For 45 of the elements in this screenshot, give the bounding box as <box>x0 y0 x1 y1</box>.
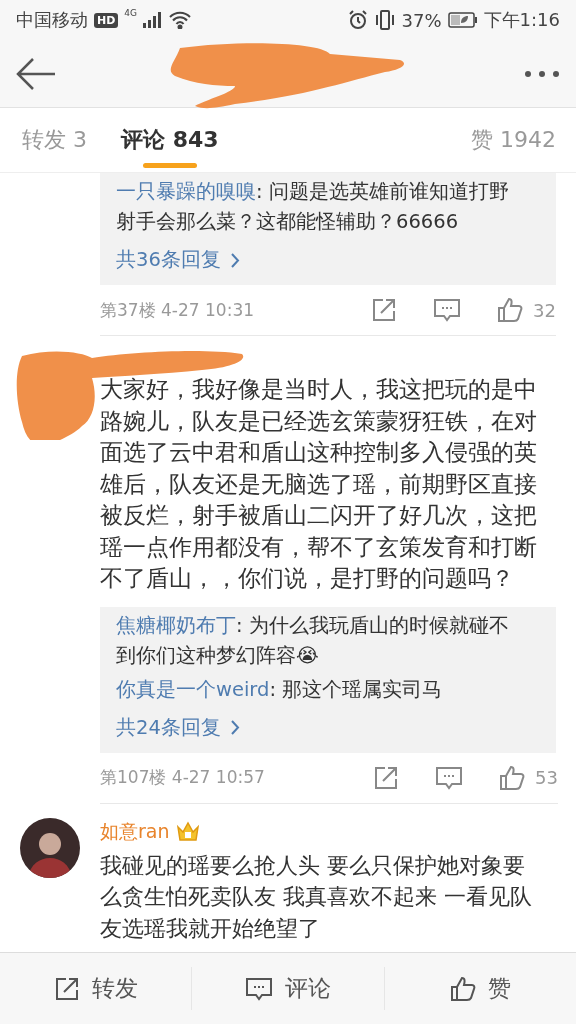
comment-icon <box>245 975 273 1002</box>
like-count: 53 <box>535 767 558 788</box>
floor-timestamp: 第37楼 4-27 10:31 <box>100 298 255 322</box>
vibrate-icon <box>373 10 396 30</box>
action-button[interactable]: 评论 <box>241 969 335 1008</box>
carrier-name: 中国移动 <box>16 8 88 32</box>
hd-badge: HD <box>94 12 119 28</box>
like-count: 32 <box>533 299 556 321</box>
crown-badge-icon <box>175 820 200 843</box>
tab[interactable]: 赞 1942 <box>471 108 556 172</box>
alarm-icon <box>347 10 368 30</box>
action-button[interactable]: 转发 <box>49 969 142 1008</box>
reply-text: 你真是一个weird: 那这个瑶属实司马 <box>116 676 444 703</box>
reply-text: 焦糖椰奶布丁: 为什么我玩盾山的时候就碰不到你们这种梦幻阵容😭 <box>116 612 510 669</box>
thumbs-up-icon[interactable] <box>499 764 526 791</box>
network-type: 4G <box>124 8 138 18</box>
back-arrow-icon[interactable] <box>16 56 56 91</box>
reply-text: 一只暴躁的嗅嗅: 问题是选英雄前谁知道打野射手会那么菜？这都能怪辅助？66666 <box>116 179 510 235</box>
comment-icon[interactable] <box>433 297 462 323</box>
comment-icon[interactable] <box>435 764 464 791</box>
tab[interactable]: 转发 3 <box>22 108 87 172</box>
comment-text: 我碰见的瑶要么抢人头 要么只保护她对象要么贪生怕死卖队友 我真喜欢不起来 一看见队友选瑶我就开始绝望了 <box>100 851 533 943</box>
chevron-right-icon <box>230 720 240 735</box>
battery-percent: 37% <box>401 9 442 31</box>
comment-text: 大家好，我好像是当时人，我这把玩的是中路婉儿，队友是已经选玄策蒙犽狂铁，在对面选了云中君和盾山这种控制多入侵强的英雄后，队友还是无脑选了瑶，前期野区直接被反烂，射手被盾山二闪开了好几次，这把瑶一点作用都没有，帮不了玄策发育和打断不了盾山，，你们说，是打野的问题吗？ <box>100 375 538 593</box>
reply-username[interactable]: 你真是一个weird <box>116 677 270 701</box>
more-replies-link[interactable]: 共24条回复 <box>116 710 240 745</box>
thumbs-up-icon[interactable] <box>497 297 524 323</box>
signal-icon <box>143 12 164 28</box>
more-icon[interactable] <box>524 69 560 78</box>
tab[interactable]: 评论 843 <box>121 108 219 172</box>
floor-timestamp: 第107楼 4-27 10:57 <box>100 766 266 789</box>
chevron-right-icon <box>230 252 240 268</box>
thumbs-up-icon <box>449 975 476 1002</box>
clock-time: 下午1:16 <box>483 8 560 32</box>
reply-username[interactable]: 焦糖椰奶布丁 <box>116 613 236 637</box>
wifi-icon <box>169 11 192 29</box>
reply-username[interactable]: 一只暴躁的嗅嗅 <box>116 180 256 203</box>
action-button[interactable]: 赞 <box>445 969 515 1008</box>
share-icon <box>53 975 80 1002</box>
share-icon[interactable] <box>373 764 400 791</box>
battery-icon <box>447 12 478 28</box>
share-icon[interactable] <box>371 297 398 323</box>
more-replies-link[interactable]: 共36条回复 <box>116 243 240 277</box>
username[interactable]: 如意ran <box>100 818 170 845</box>
